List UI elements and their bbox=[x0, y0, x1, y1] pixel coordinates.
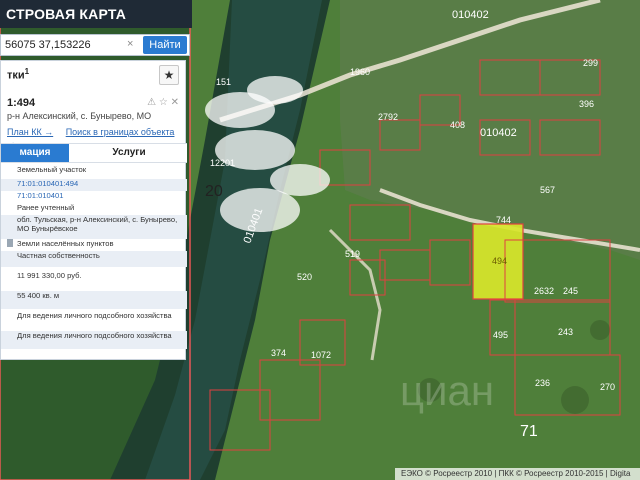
tab-info[interactable]: мация bbox=[1, 144, 69, 162]
results-panel: тки1 ★ 1:494 ⚠ ☆ ✕ р-н Алексинский, с. Б… bbox=[0, 60, 187, 360]
info-row-cad-number[interactable]: 71:01:010401:494 bbox=[1, 179, 187, 191]
region-label: 20 bbox=[205, 183, 223, 200]
results-count: 1 bbox=[24, 67, 30, 76]
info-row-address: обл. Тульская, р-н Алексинский, с. Буныр… bbox=[1, 215, 187, 239]
search-button[interactable]: Найти bbox=[143, 36, 187, 54]
plot-label-245: 245 bbox=[563, 286, 578, 296]
info-tabs: мация Услуги bbox=[1, 143, 187, 163]
plan-kk-link[interactable]: План КК → bbox=[7, 127, 53, 137]
plot-label-243: 243 bbox=[558, 327, 573, 337]
object-cad-number: 1:494 bbox=[7, 97, 36, 109]
plot-label-236: 236 bbox=[535, 378, 550, 388]
top-bar: СТРОВАЯ КАРТА bbox=[0, 0, 192, 28]
quarter-label-2: 010402 bbox=[480, 127, 517, 139]
tab-services[interactable]: Услуги bbox=[71, 144, 187, 162]
plot-label-2632: 2632 bbox=[534, 286, 554, 296]
object-address: р-н Алексинский, с. Бунырево, МО bbox=[7, 111, 152, 121]
plot-label-299: 299 bbox=[583, 58, 598, 68]
plot-label-396: 396 bbox=[579, 99, 594, 109]
info-row-status: Ранее учтенный bbox=[17, 203, 75, 212]
plot-label-744: 744 bbox=[496, 215, 511, 225]
plot-label-270: 270 bbox=[600, 382, 615, 392]
star-icon: ★ bbox=[163, 68, 175, 82]
search-input[interactable] bbox=[5, 37, 131, 53]
object-actions[interactable]: ⚠ ☆ ✕ bbox=[147, 97, 179, 108]
info-row-ownership: Частная собственность bbox=[1, 251, 187, 267]
category-marker bbox=[7, 239, 13, 247]
plot-label-2792: 2792 bbox=[378, 112, 398, 122]
search-bar[interactable]: × Найти bbox=[0, 34, 190, 56]
highlighted-parcel-label: 494 bbox=[492, 256, 507, 266]
results-header-label: тки bbox=[7, 69, 25, 82]
info-row-cad-quarter[interactable]: 71:01:010401 bbox=[1, 191, 187, 203]
plot-label-495: 495 bbox=[493, 330, 508, 340]
info-row-area: 55 400 кв. м bbox=[1, 291, 187, 309]
plot-label-12201: 12201 bbox=[210, 158, 235, 168]
info-row-type: Земельный участок bbox=[17, 165, 87, 174]
plot-label-151: 151 bbox=[216, 77, 231, 87]
watermark-text: циан bbox=[400, 367, 494, 414]
plot-label-1072: 1072 bbox=[311, 350, 331, 360]
info-row-category: Земли населённых пунктов bbox=[1, 239, 187, 251]
plot-label-1960: 1960 bbox=[350, 67, 370, 77]
info-row-cadastral-value: 11 991 330,00 руб. bbox=[17, 271, 82, 280]
info-row-permitted-use-doc: Для ведения личного подсобного хозяйства bbox=[1, 331, 187, 349]
favorite-button[interactable]: ★ bbox=[159, 65, 179, 85]
page-title: СТРОВАЯ КАРТА bbox=[6, 6, 127, 22]
quarter-label-1: 010402 bbox=[452, 9, 489, 21]
map-attribution: ЕЭКО © Росреестр 2010 | ПКК © Росреестр … bbox=[395, 468, 640, 480]
plot-label-520: 520 bbox=[297, 272, 312, 282]
plot-label-519: 519 bbox=[345, 249, 360, 259]
plot-label-567: 567 bbox=[540, 185, 555, 195]
clear-icon[interactable]: × bbox=[127, 38, 133, 50]
plot-label-374: 374 bbox=[271, 348, 286, 358]
bottom-number-label: 71 bbox=[520, 423, 538, 440]
results-header: тки1 bbox=[7, 67, 29, 82]
info-row-permitted-use: Для ведения личного подсобного хозяйства bbox=[17, 311, 172, 320]
plot-label-408: 408 bbox=[450, 120, 465, 130]
